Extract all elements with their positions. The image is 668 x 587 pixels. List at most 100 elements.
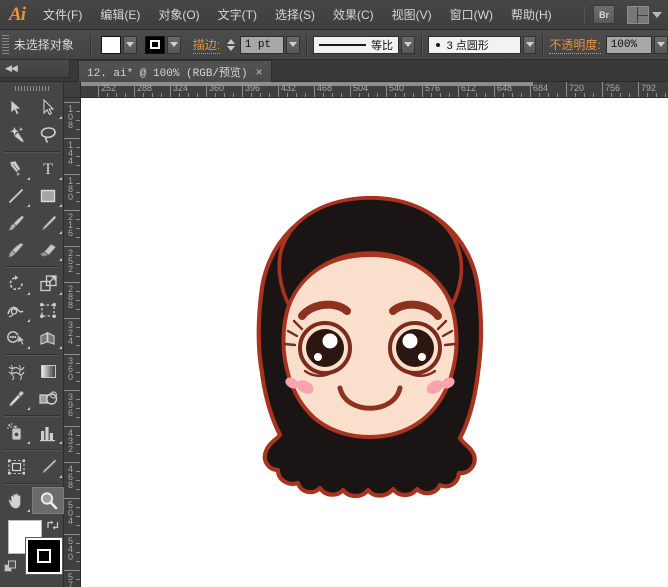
menu-items: 文件(F) 编辑(E) 对象(O) 文字(T) 选择(S) 效果(C) 视图(V… [34,0,561,30]
type-tool[interactable]: T [32,155,64,182]
ruler-major-tick [64,282,80,283]
stroke-profile-select[interactable]: 等比 [313,36,399,54]
pencil-tool[interactable] [32,209,64,236]
vertical-ruler[interactable]: 1081441802162522883243603964324685045405… [64,98,81,587]
fill-color-swatch[interactable] [101,36,121,54]
ruler-minor-tick [76,417,80,418]
ruler-major-tick [64,246,80,247]
menu-window[interactable]: 窗口(W) [441,0,502,30]
mesh-tool[interactable] [0,358,32,385]
ruler-minor-tick [76,399,80,400]
swap-fill-stroke-icon[interactable] [46,518,60,532]
ruler-major-tick [64,390,80,391]
opacity-label[interactable]: 不透明度: [549,36,600,54]
ruler-major-tick [64,570,80,571]
rectangle-tool[interactable] [32,182,64,209]
lasso-tool[interactable] [32,121,64,148]
slice-tool[interactable] [32,453,64,480]
ruler-major-tick [64,138,80,139]
stroke-color-swatch-toolbox[interactable] [26,538,62,574]
column-graph-tool[interactable] [32,419,64,446]
ruler-minor-tick [296,93,297,97]
menu-effect[interactable]: 效果(C) [324,0,383,30]
magic-wand-tool[interactable] [0,121,32,148]
scale-tool[interactable] [32,270,64,297]
toolbox-divider-5 [4,449,60,450]
fill-color-control[interactable] [101,36,137,54]
symbol-sprayer-tool[interactable] [0,419,32,446]
ruler-minor-tick [251,93,252,97]
stroke-profile-dropdown-arrow-icon[interactable] [401,36,415,54]
bridge-launch-button[interactable]: Br [593,5,615,24]
panel-collapse-button[interactable]: ◀◀ [0,60,70,78]
artboard-tool[interactable] [0,453,32,480]
stroke-weight-input[interactable]: 1 pt [240,36,285,54]
rotate-tool[interactable] [0,270,32,297]
ruler-tick-label: 540 [66,537,75,561]
ruler-major-tick [314,82,315,97]
shape-builder-tool[interactable] [0,324,32,351]
stroke-weight-label[interactable]: 描边: [193,36,220,54]
menu-view[interactable]: 视图(V) [383,0,441,30]
options-divider-3 [421,34,422,56]
ruler-major-tick [64,174,80,175]
stroke-color-swatch[interactable] [145,36,165,54]
artboard-canvas[interactable] [81,98,668,587]
ruler-minor-tick [224,93,225,97]
blob-brush-tool[interactable] [0,236,32,263]
ruler-tick-label: 576 [66,573,75,587]
line-segment-tool[interactable] [0,182,32,209]
document-tab[interactable]: 12. ai* @ 100% (RGB/预览) × [78,60,272,82]
toolbox-divider-6 [4,483,60,484]
pen-tool[interactable] [0,155,32,182]
eyedropper-tool[interactable] [0,385,32,412]
brush-definition-dropdown-arrow-icon[interactable] [523,36,537,54]
ruler-tick-label: 468 [317,83,332,93]
stroke-weight-dropdown-arrow-icon[interactable] [286,36,300,54]
opacity-input[interactable]: 100% [606,36,653,54]
blend-tool[interactable] [32,385,64,412]
eraser-tool[interactable] [32,236,64,263]
menu-select[interactable]: 选择(S) [266,0,324,30]
paintbrush-tool[interactable] [0,209,32,236]
cartoon-girl-face-artwork[interactable] [81,98,668,587]
menu-edit[interactable]: 编辑(E) [91,0,149,30]
ruler-major-tick [64,318,80,319]
ruler-minor-tick [76,228,80,229]
ruler-tick-label: 216 [66,213,75,237]
hand-tool[interactable] [0,487,32,514]
brush-definition-select[interactable]: 3 点圆形 [428,36,521,54]
ruler-minor-tick [76,453,80,454]
free-transform-tool[interactable] [32,297,64,324]
close-icon[interactable]: × [256,66,263,78]
width-tool[interactable] [0,297,32,324]
menu-file[interactable]: 文件(F) [34,0,91,30]
opacity-dropdown-arrow-icon[interactable] [654,36,668,54]
workspace-switcher-button[interactable] [627,6,662,24]
tool-flyout-indicator-icon [59,258,62,261]
menu-help[interactable]: 帮助(H) [502,0,561,30]
ruler-minor-tick [521,93,522,97]
toolbox-drag-handle[interactable] [0,82,63,94]
ruler-origin-corner[interactable] [64,82,81,98]
perspective-grid-tool[interactable] [32,324,64,351]
selection-tool[interactable] [0,94,32,121]
options-bar-grip[interactable] [2,35,9,55]
horizontal-ruler[interactable]: 2522883243603964324685045405766126486847… [81,82,668,98]
default-fill-stroke-icon[interactable] [4,560,18,574]
direct-selection-tool[interactable] [32,94,64,121]
stroke-color-control[interactable] [145,36,181,54]
stepper-down-icon[interactable] [227,46,235,51]
menu-type[interactable]: 文字(T) [209,0,266,30]
menu-object[interactable]: 对象(O) [149,0,208,30]
zoom-tool[interactable] [32,487,64,514]
stepper-up-icon[interactable] [227,39,235,44]
gradient-tool[interactable] [32,358,64,385]
ruler-minor-tick [76,471,80,472]
stroke-dropdown-arrow-icon[interactable] [167,36,181,54]
ruler-minor-tick [323,93,324,97]
stroke-weight-stepper[interactable] [225,36,237,54]
fill-dropdown-arrow-icon[interactable] [123,36,137,54]
toolbox-divider-1 [4,151,60,152]
brush-definition-label: 3 点圆形 [447,37,489,53]
